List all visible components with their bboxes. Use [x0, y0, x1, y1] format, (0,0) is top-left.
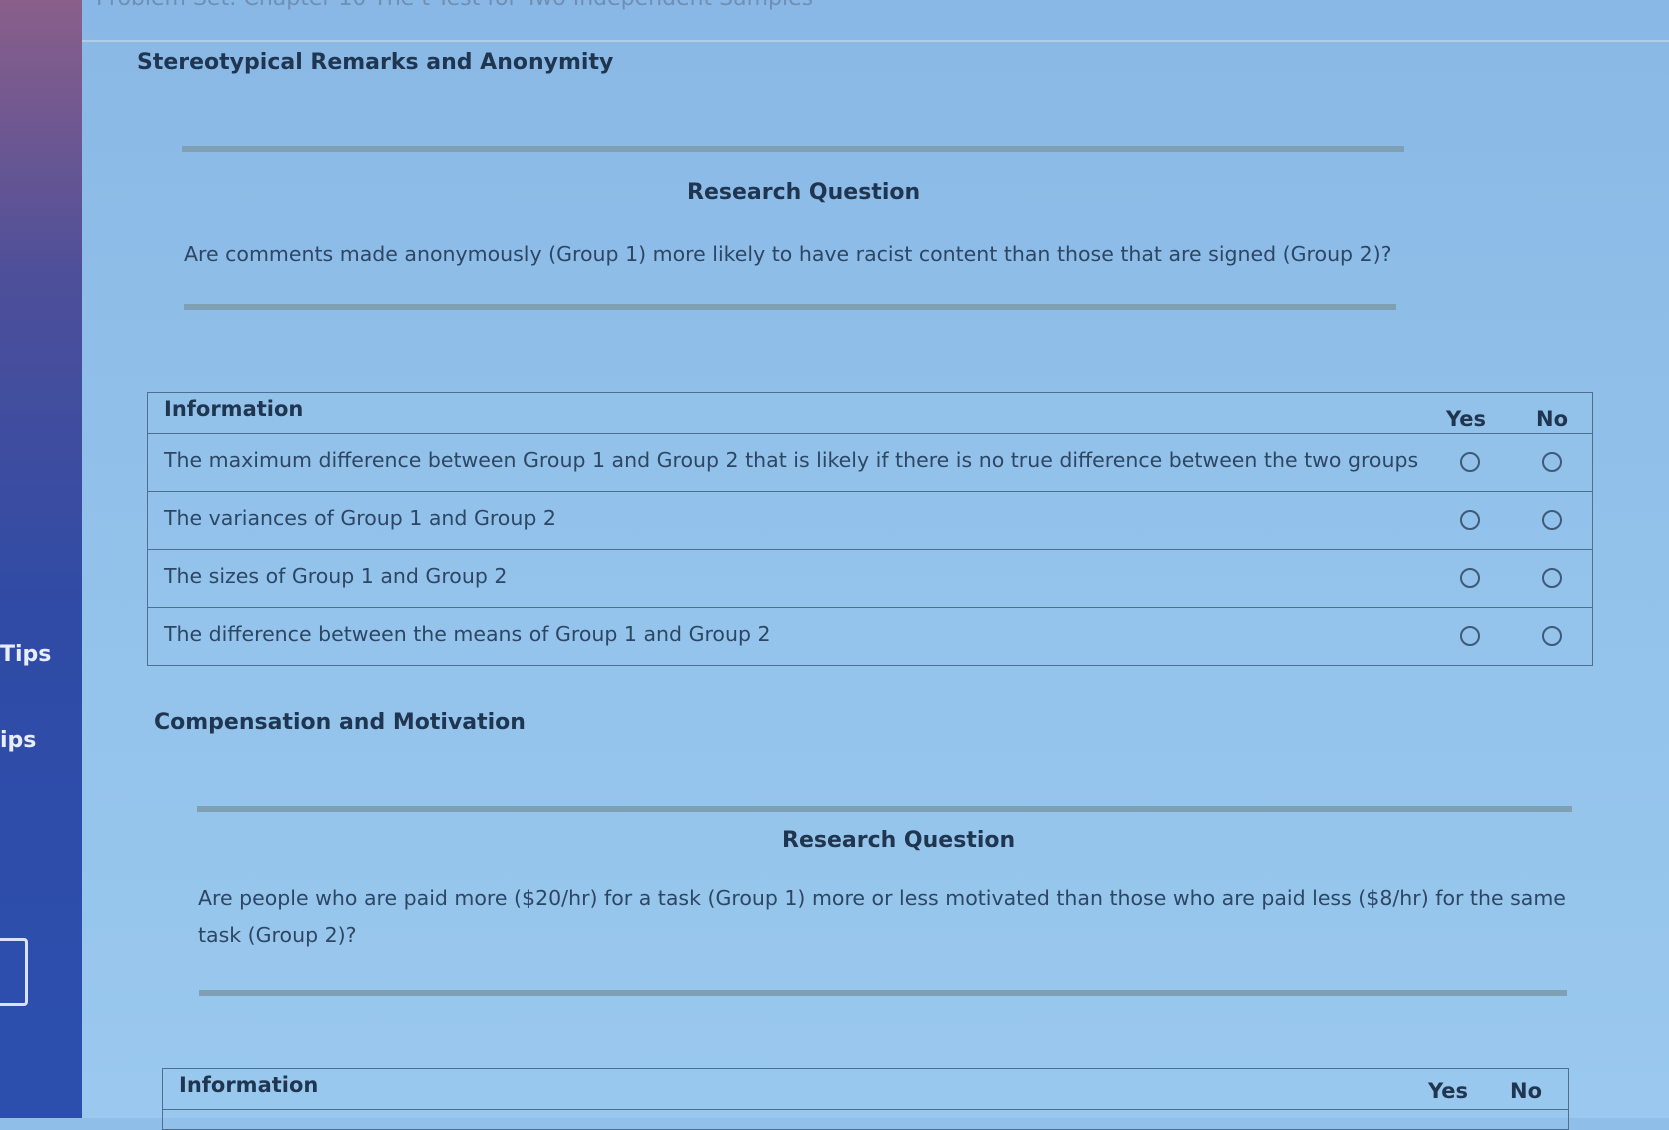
- no-radio[interactable]: [1542, 626, 1562, 646]
- row-label: The variances of Group 1 and Group 2: [164, 506, 556, 530]
- header-no: No: [1536, 407, 1569, 431]
- table-header: Information Yes No: [148, 393, 1592, 434]
- no-radio[interactable]: [1542, 510, 1562, 530]
- header-no: No: [1510, 1079, 1543, 1103]
- row-label: The difference between the means of Grou…: [164, 622, 771, 646]
- yes-radio[interactable]: [1460, 626, 1480, 646]
- divider: [184, 304, 1396, 310]
- main-content: Problem Set: Chapter 10 The t Test for T…: [82, 0, 1669, 1130]
- table-header: Information Yes No: [163, 1069, 1568, 1110]
- header-yes: Yes: [1428, 1079, 1469, 1103]
- research-question-heading: Research Question: [687, 180, 921, 205]
- section-title-stereotypical: Stereotypical Remarks and Anonymity: [137, 50, 614, 75]
- left-sidebar: Tips ips: [0, 0, 82, 1118]
- table-row: The difference between the means of Grou…: [148, 608, 1592, 665]
- page-title: Problem Set: Chapter 10 The t Test for T…: [96, 0, 813, 11]
- no-radio[interactable]: [1542, 568, 1562, 588]
- yes-radio[interactable]: [1460, 452, 1480, 472]
- divider: [182, 146, 1404, 152]
- yes-radio[interactable]: [1460, 510, 1480, 530]
- research-question-heading: Research Question: [782, 828, 1016, 853]
- yes-radio[interactable]: [1460, 568, 1480, 588]
- sidebar-button[interactable]: [0, 938, 28, 1006]
- no-radio[interactable]: [1542, 452, 1562, 472]
- header-divider: [82, 40, 1669, 42]
- header-yes: Yes: [1446, 407, 1487, 431]
- sidebar-tips-link[interactable]: Tips: [0, 642, 51, 667]
- sidebar-tips-link-2[interactable]: ips: [0, 728, 36, 753]
- header-information: Information: [164, 397, 304, 421]
- divider: [197, 806, 1572, 812]
- header-information: Information: [179, 1073, 319, 1097]
- information-table-2: Information Yes No: [162, 1068, 1569, 1130]
- section-title-compensation: Compensation and Motivation: [154, 710, 526, 735]
- table-row: The sizes of Group 1 and Group 2: [148, 550, 1592, 608]
- research-question-text: Are comments made anonymously (Group 1) …: [184, 242, 1392, 266]
- divider: [199, 990, 1567, 996]
- table-row: The variances of Group 1 and Group 2: [148, 492, 1592, 550]
- row-label: The maximum difference between Group 1 a…: [164, 448, 1419, 472]
- row-label: The sizes of Group 1 and Group 2: [164, 564, 508, 588]
- information-table-1: Information Yes No The maximum differenc…: [147, 392, 1593, 666]
- research-question-text: Are people who are paid more ($20/hr) fo…: [198, 886, 1566, 947]
- table-row: The maximum difference between Group 1 a…: [148, 434, 1592, 492]
